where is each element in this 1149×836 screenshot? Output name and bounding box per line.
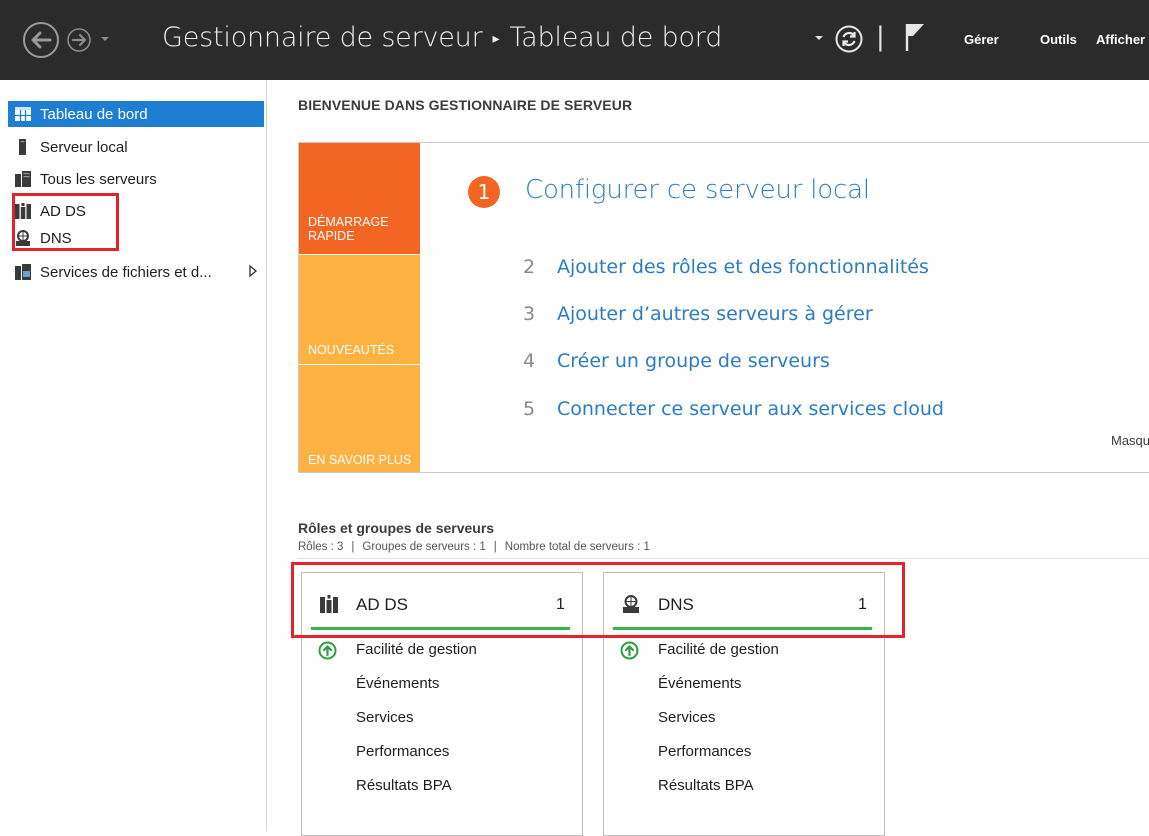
highlight-box-sidebar	[12, 193, 119, 251]
status-up-icon	[620, 641, 639, 660]
step-item: 3 Ajouter d’autres serveurs à gérer	[523, 303, 873, 325]
status-up-icon	[318, 641, 337, 660]
add-roles-link[interactable]: Ajouter des rôles et des fonctionnalités	[557, 256, 929, 278]
flag-icon[interactable]	[904, 22, 926, 52]
tab-label: EN SAVOIR PLUS	[308, 453, 412, 467]
highlight-box-tiles	[291, 562, 905, 638]
tab-whats-new[interactable]: NOUVEAUTÉS	[299, 255, 420, 364]
app-title: Gestionnaire de serveur	[162, 22, 483, 53]
tile-row-performance[interactable]: Performances	[658, 743, 751, 760]
forward-arrow-icon[interactable]	[66, 27, 92, 53]
tab-quick-start[interactable]: DÉMARRAGE RAPIDE	[299, 143, 420, 254]
tile-row-manageability[interactable]: Facilité de gestion	[356, 641, 477, 658]
hide-link[interactable]: Masqu	[1111, 433, 1149, 448]
groups-count: Groupes de serveurs : 1	[362, 541, 486, 553]
dashboard-icon	[15, 107, 31, 121]
step-item: 2 Ajouter des rôles et des fonctionnalité…	[523, 256, 929, 278]
tab-label: RAPIDE	[308, 229, 355, 243]
tab-label: DÉMARRAGE	[308, 215, 389, 229]
tab-learn-more[interactable]: EN SAVOIR PLUS	[299, 365, 420, 472]
tile-row-bpa-results[interactable]: Résultats BPA	[658, 777, 754, 794]
add-servers-link[interactable]: Ajouter d’autres serveurs à gérer	[557, 303, 873, 325]
section-divider	[298, 558, 1149, 559]
sidebar-item-file-services[interactable]: Services de fichiers et d...	[8, 259, 264, 285]
back-arrow-icon[interactable]	[22, 21, 60, 59]
tile-row-services[interactable]: Services	[658, 709, 716, 726]
file-services-icon	[15, 264, 31, 280]
step-number: 5	[523, 398, 536, 420]
step-number-badge: 1	[468, 176, 500, 208]
roles-summary: Rôles : 3 | Groupes de serveurs : 1 | Nombre…	[298, 541, 650, 553]
tile-row-manageability[interactable]: Facilité de gestion	[658, 641, 779, 658]
sidebar-item-all-servers[interactable]: Tous les serveurs	[8, 166, 264, 192]
summary-separator: |	[493, 541, 497, 553]
menu-manage[interactable]: Gérer	[964, 32, 999, 47]
sidebar-item-local-server[interactable]: Serveur local	[8, 134, 264, 160]
servers-total: Nombre total de serveurs : 1	[504, 541, 650, 553]
sidebar-item-label: Services de fichiers et d...	[40, 263, 212, 281]
roles-section-title: Rôles et groupes de serveurs	[298, 520, 495, 536]
toolbar-divider: |	[876, 22, 885, 52]
sidebar-item-label: Serveur local	[40, 138, 128, 156]
step-item: 5 Connecter ce serveur aux services cloud	[523, 398, 944, 420]
tile-row-bpa-results[interactable]: Résultats BPA	[356, 777, 452, 794]
step-item: 4 Créer un groupe de serveurs	[523, 350, 830, 372]
sidebar-item-label: Tableau de bord	[40, 105, 148, 123]
welcome-title: BIENVENUE DANS GESTIONNAIRE DE SERVEUR	[298, 97, 633, 113]
create-server-group-link[interactable]: Créer un groupe de serveurs	[557, 350, 830, 372]
menu-view[interactable]: Afficher	[1096, 32, 1145, 47]
sidebar-item-label: Tous les serveurs	[40, 170, 157, 188]
connect-cloud-link[interactable]: Connecter ce serveur aux services cloud	[557, 398, 944, 420]
summary-separator: |	[351, 541, 355, 553]
submenu-arrow-icon[interactable]	[248, 264, 258, 278]
tile-row-events[interactable]: Événements	[356, 675, 439, 692]
menu-tools[interactable]: Outils	[1040, 32, 1077, 47]
step-number: 4	[523, 350, 536, 372]
refresh-icon[interactable]	[834, 24, 864, 54]
configure-local-server-link[interactable]: Configurer ce serveur local	[525, 175, 870, 205]
page-title: Tableau de bord	[509, 22, 723, 53]
title-bar: Gestionnaire de serveur ▸ Tableau de bord …	[0, 0, 1149, 80]
tile-row-events[interactable]: Événements	[658, 675, 741, 692]
roles-count: Rôles : 3	[298, 541, 344, 553]
tab-label: NOUVEAUTÉS	[308, 343, 395, 357]
tile-row-performance[interactable]: Performances	[356, 743, 449, 760]
window-title: Gestionnaire de serveur ▸ Tableau de bord	[162, 22, 722, 53]
sidebar-item-dashboard[interactable]: Tableau de bord	[8, 101, 264, 127]
chevron-down-icon[interactable]	[814, 33, 824, 43]
tile-row-services[interactable]: Services	[356, 709, 414, 726]
breadcrumb-separator: ▸	[492, 30, 500, 47]
server-icon	[19, 139, 26, 155]
step-number: 3	[523, 303, 536, 325]
quick-start-panel: DÉMARRAGE RAPIDE NOUVEAUTÉS EN SAVOIR PL…	[298, 142, 1149, 473]
step-number: 2	[523, 256, 536, 278]
history-dropdown-icon[interactable]	[100, 34, 110, 44]
servers-icon	[15, 171, 31, 187]
